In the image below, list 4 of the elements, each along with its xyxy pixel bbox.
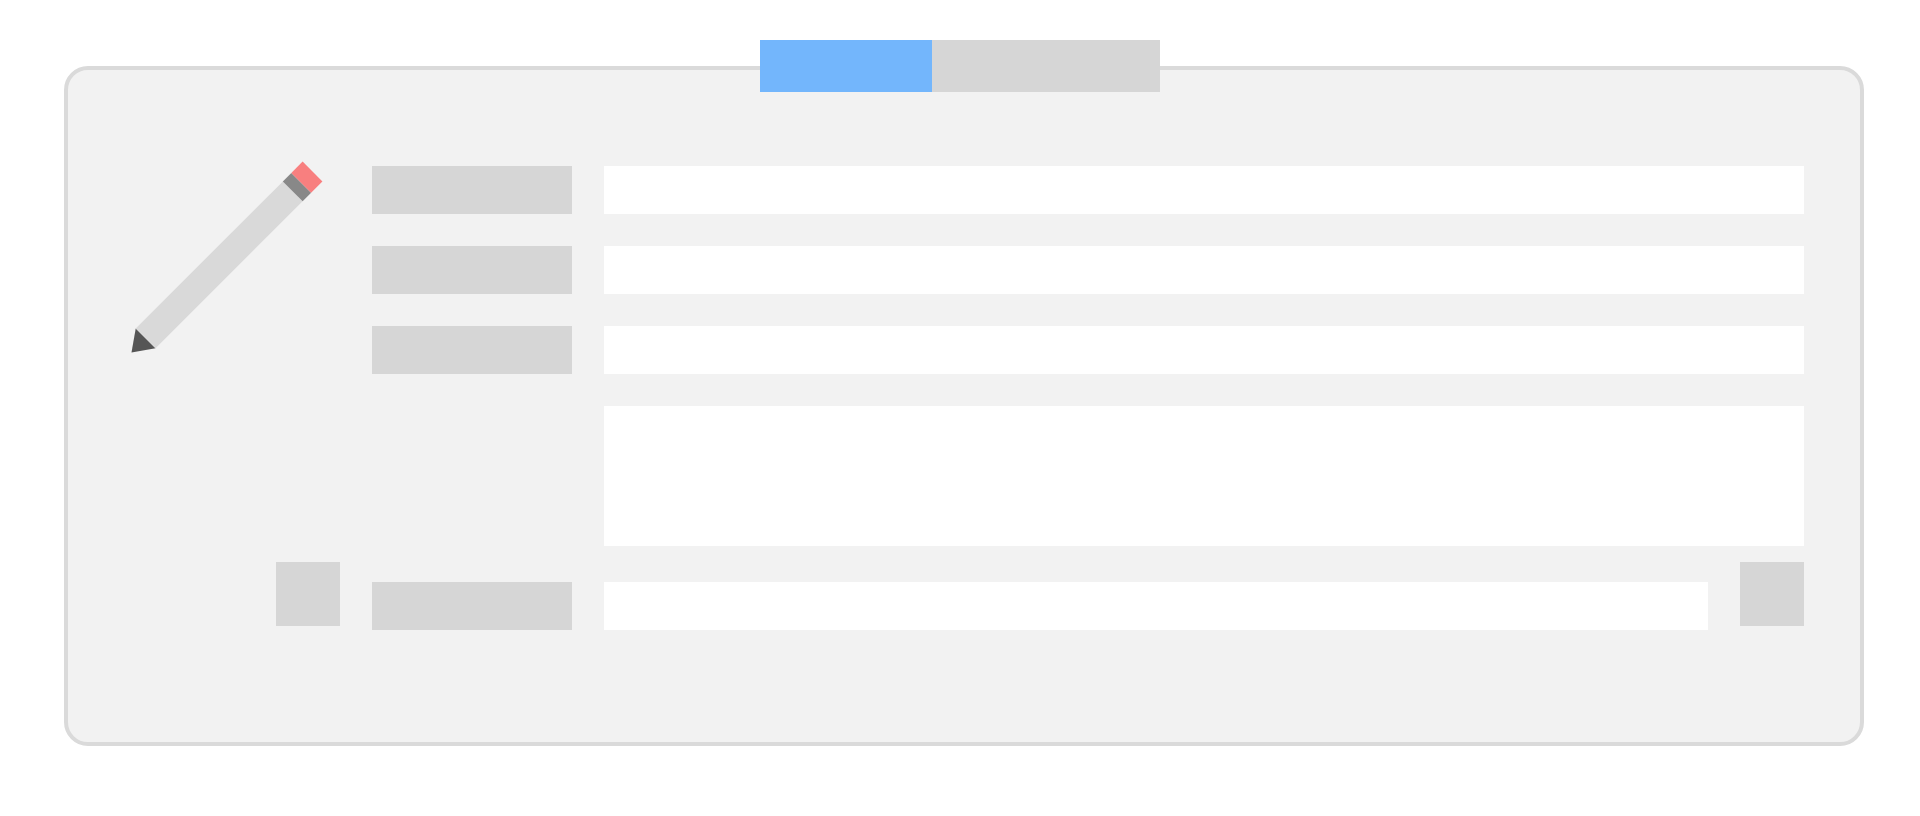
square-button[interactable] — [276, 562, 340, 626]
tab[interactable] — [932, 40, 1160, 92]
action-button[interactable] — [1740, 562, 1804, 626]
tab[interactable] — [760, 40, 932, 92]
